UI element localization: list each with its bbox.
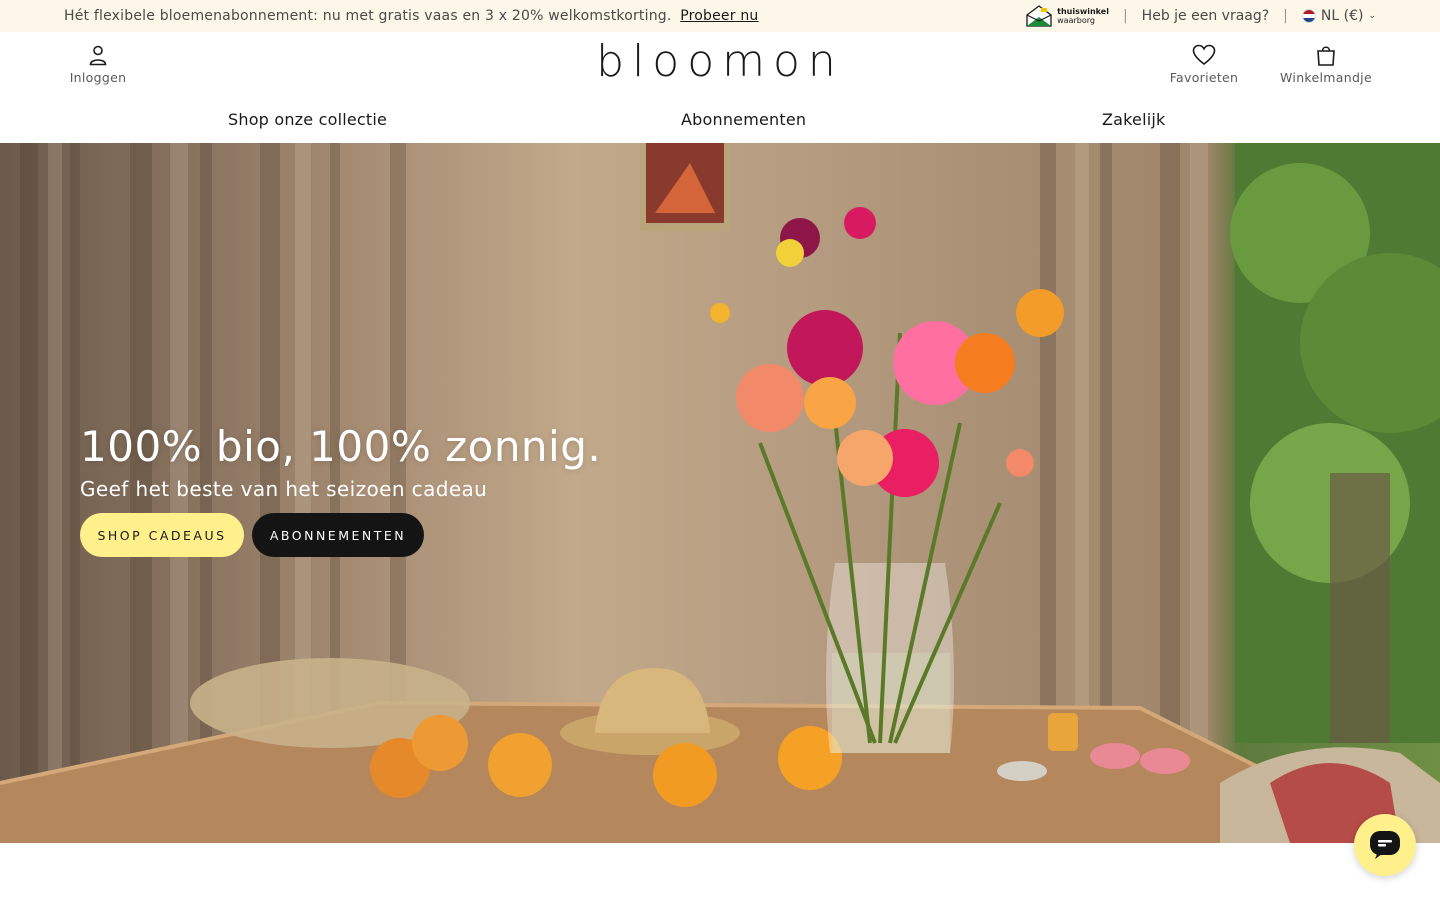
shop-gifts-button[interactable]: SHOP CADEAUS <box>80 513 244 557</box>
separator: | <box>1122 8 1128 24</box>
cart-button[interactable]: Winkelmandje <box>1272 44 1380 85</box>
announcement-message: Hét flexibele bloemenabonnement: nu met … <box>64 8 672 24</box>
thuiswinkel-logo-icon <box>1026 5 1052 27</box>
thuiswinkel-line-2: waarborg <box>1057 16 1095 25</box>
nav-item-shop-collection[interactable]: Shop onze collectie <box>228 110 387 129</box>
heart-icon <box>1192 44 1216 66</box>
favorites-label: Favorieten <box>1169 70 1239 85</box>
try-now-link[interactable]: Probeer nu <box>680 8 758 24</box>
chat-button[interactable] <box>1354 814 1416 876</box>
separator: | <box>1283 8 1288 24</box>
announcement-bar: Hét flexibele bloemenabonnement: nu met … <box>0 0 1440 32</box>
thuiswinkel-line-1: thuiswinkel <box>1057 7 1109 16</box>
flag-nl-icon <box>1301 9 1316 23</box>
hero-title: 100% bio, 100% zonnig. <box>80 422 602 471</box>
language-label: NL (€) <box>1320 8 1364 24</box>
hero-subtitle: Geef het beste van het seizoen cadeau <box>80 477 488 501</box>
language-selector[interactable]: NL (€) ⌄ <box>1301 8 1376 24</box>
favorites-button[interactable]: Favorieten <box>1162 44 1246 85</box>
chat-icon <box>1370 831 1400 859</box>
announcement-text: Hét flexibele bloemenabonnement: nu met … <box>64 8 758 24</box>
chevron-down-icon: ⌄ <box>1368 11 1376 21</box>
nav-item-subscriptions[interactable]: Abonnementen <box>681 110 806 129</box>
cart-label: Winkelmandje <box>1280 70 1372 85</box>
subscriptions-button[interactable]: ABONNEMENTEN <box>252 513 424 557</box>
utility-links: thuiswinkel waarborg | Heb je een vraag?… <box>1025 0 1376 32</box>
main-navigation: Shop onze collectie Abonnementen Zakelij… <box>0 100 1440 143</box>
thuiswinkel-badge[interactable]: thuiswinkel waarborg <box>1025 5 1109 27</box>
nav-item-business[interactable]: Zakelijk <box>1102 110 1166 129</box>
thuiswinkel-text: thuiswinkel waarborg <box>1057 7 1109 25</box>
shopping-bag-icon <box>1317 46 1335 66</box>
site-header: Inloggen bloomon Favorieten Winkelmandje <box>0 32 1440 100</box>
hero-banner: 100% bio, 100% zonnig. Geef het beste va… <box>0 143 1440 843</box>
help-link[interactable]: Heb je een vraag? <box>1142 8 1270 24</box>
